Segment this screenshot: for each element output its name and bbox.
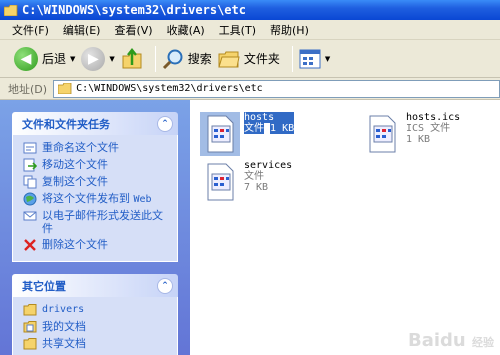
other-places-header[interactable]: 其它位置 ⌃ <box>12 274 178 297</box>
file-icon <box>200 112 240 156</box>
task-rename[interactable]: 重命名这个文件 <box>23 141 169 155</box>
folder-icon <box>58 83 72 94</box>
task-move[interactable]: 移动这个文件 <box>23 158 169 172</box>
title-bar: C:\WINDOWS\system32\drivers\etc <box>0 0 500 20</box>
folders-button[interactable]: 文件夹 <box>218 44 280 74</box>
toolbar-separator <box>291 45 293 72</box>
back-arrow-icon: ◀ <box>14 46 38 71</box>
menu-bar: 文件(F) 编辑(E) 查看(V) 收藏(A) 工具(T) 帮助(H) <box>0 20 500 40</box>
other-places-panel: 其它位置 ⌃ drivers 我的文档 共享文档 <box>12 274 178 355</box>
address-bar: 地址(D) C:\WINDOWS\system32\drivers\etc <box>0 78 500 100</box>
shared-documents-icon <box>23 338 37 350</box>
address-path: C:\WINDOWS\system32\drivers\etc <box>76 83 263 94</box>
collapse-chevron-icon[interactable]: ⌃ <box>157 115 173 132</box>
task-label: 以电子邮件形式发送此文件 <box>42 209 163 235</box>
file-type: ICS 文件 <box>406 123 451 134</box>
folders-icon <box>218 51 240 67</box>
file-name: hosts.ics <box>406 112 461 123</box>
other-places-list: drivers 我的文档 共享文档 <box>12 297 178 355</box>
task-delete[interactable]: 删除这个文件 <box>23 238 169 252</box>
watermark: Baidu 经验 <box>407 330 494 351</box>
rename-icon <box>23 142 37 154</box>
place-label: 共享文档 <box>42 337 86 350</box>
task-publish-web[interactable]: 将这个文件发布到 Web <box>23 192 169 206</box>
file-name: hosts <box>244 112 295 123</box>
task-label: 将这个文件发布到 Web <box>42 192 152 205</box>
back-button[interactable]: ◀ 后退 ▼ <box>14 44 75 74</box>
forward-dropdown-icon[interactable]: ▼ <box>109 55 114 63</box>
address-label: 地址(D) <box>8 82 48 96</box>
views-dropdown-icon[interactable]: ▼ <box>325 55 330 63</box>
menu-edit[interactable]: 编辑(E) <box>63 22 101 38</box>
file-item-services[interactable]: services 文件 7 KB <box>200 160 292 204</box>
copy-icon <box>23 175 37 189</box>
task-label: 删除这个文件 <box>42 238 108 251</box>
back-label: 后退 <box>42 52 67 66</box>
file-name: services <box>244 160 293 171</box>
collapse-chevron-icon[interactable]: ⌃ <box>157 277 173 294</box>
forward-button[interactable]: ▶ ▼ <box>81 44 115 74</box>
place-my-documents[interactable]: 我的文档 <box>23 320 169 334</box>
task-label: 移动这个文件 <box>42 158 108 171</box>
file-list-view[interactable]: hosts 文件 1 KB hosts.ics ICS 文件 1 KB serv… <box>190 100 500 355</box>
task-label: 重命名这个文件 <box>42 141 119 154</box>
file-size: 7 KB <box>244 182 269 193</box>
file-item-hosts-ics[interactable]: hosts.ics ICS 文件 1 KB <box>362 112 460 156</box>
search-label: 搜索 <box>187 52 212 66</box>
publish-web-icon <box>23 192 37 206</box>
folder-icon <box>23 304 37 316</box>
task-pane: 文件和文件夹任务 ⌃ 重命名这个文件 移动这个文件 复制这个文件 将这个文件发布… <box>0 100 190 355</box>
file-tasks-header[interactable]: 文件和文件夹任务 ⌃ <box>12 112 178 135</box>
file-tasks-title: 文件和文件夹任务 <box>22 117 110 131</box>
delete-icon <box>24 239 36 251</box>
file-size: 1 KB <box>270 123 295 134</box>
file-icon <box>207 163 234 201</box>
folder-icon <box>4 4 18 16</box>
menu-tools[interactable]: 工具(T) <box>219 22 256 38</box>
up-folder-button[interactable] <box>121 44 143 74</box>
toolbar: ◀ 后退 ▼ ▶ ▼ 搜索 文件夹 ▼ <box>0 40 500 78</box>
place-shared-documents[interactable]: 共享文档 <box>23 337 169 351</box>
place-label: drivers <box>42 304 85 315</box>
email-icon <box>23 211 37 221</box>
file-item-hosts[interactable]: hosts 文件 1 KB <box>200 112 295 156</box>
move-icon <box>23 158 37 172</box>
forward-arrow-icon: ▶ <box>81 46 106 71</box>
place-drivers[interactable]: drivers <box>23 303 169 317</box>
menu-file[interactable]: 文件(F) <box>12 22 49 38</box>
task-label: 复制这个文件 <box>42 175 108 188</box>
window-title: C:\WINDOWS\system32\drivers\etc <box>22 3 246 17</box>
views-button[interactable]: ▼ <box>299 44 330 74</box>
search-button[interactable]: 搜索 <box>162 44 212 74</box>
address-input[interactable]: C:\WINDOWS\system32\drivers\etc <box>53 79 500 98</box>
task-copy[interactable]: 复制这个文件 <box>23 175 169 189</box>
file-tasks-panel: 文件和文件夹任务 ⌃ 重命名这个文件 移动这个文件 复制这个文件 将这个文件发布… <box>12 112 178 262</box>
my-documents-icon <box>23 321 37 333</box>
file-size: 1 KB <box>406 134 431 145</box>
back-dropdown-icon[interactable]: ▼ <box>70 55 75 63</box>
other-places-title: 其它位置 <box>22 279 66 293</box>
file-icon <box>369 115 396 153</box>
file-tasks-list: 重命名这个文件 移动这个文件 复制这个文件 将这个文件发布到 Web 以电子邮件… <box>12 135 178 262</box>
toolbar-separator <box>154 45 156 72</box>
search-icon <box>162 49 183 69</box>
menu-favorites[interactable]: 收藏(A) <box>167 22 205 38</box>
up-folder-icon <box>122 47 142 68</box>
file-type: 文件 <box>244 171 264 182</box>
menu-view[interactable]: 查看(V) <box>114 22 152 38</box>
place-label: 我的文档 <box>42 320 86 333</box>
file-type: 文件 <box>244 123 264 134</box>
menu-help[interactable]: 帮助(H) <box>270 22 309 38</box>
views-icon <box>299 49 321 68</box>
task-email[interactable]: 以电子邮件形式发送此文件 <box>23 209 169 235</box>
folders-label: 文件夹 <box>243 52 280 66</box>
